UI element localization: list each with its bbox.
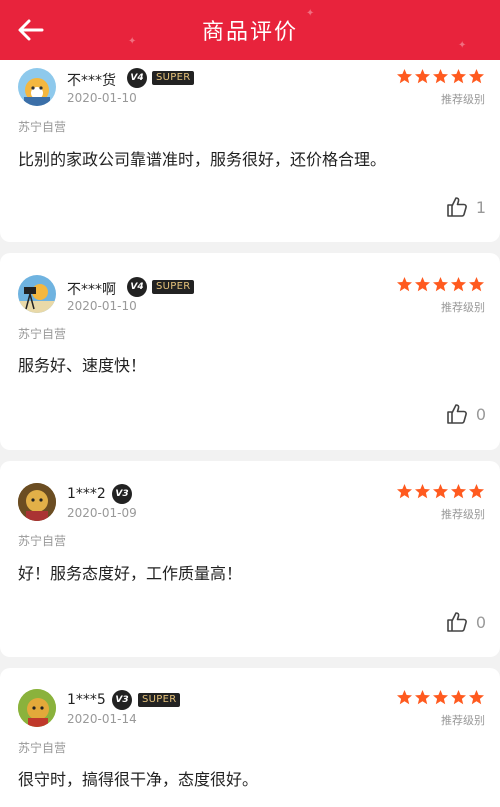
seller-tag: 苏宁自营 [18, 534, 67, 548]
like-count: 0 [475, 404, 486, 424]
avatar [18, 483, 56, 521]
review-date: 2020-01-10 [67, 299, 137, 313]
sparkle-decoration: ✦ [458, 40, 467, 51]
avatar [18, 689, 56, 727]
star-icon [469, 484, 484, 499]
user-name: 1***2 [67, 486, 106, 502]
seller-tag: 苏宁自营 [18, 120, 67, 134]
rating-label: 推荐级别 [441, 301, 485, 314]
avatar [18, 275, 56, 313]
star-icon [415, 690, 430, 705]
star-icon [433, 69, 448, 84]
avatar [18, 68, 56, 106]
star-icon [451, 690, 466, 705]
star-rating [396, 689, 485, 706]
star-icon [397, 277, 412, 292]
rating-label: 推荐级别 [441, 93, 485, 106]
super-member-badge: SUPER [152, 71, 195, 85]
review-text: 很守时，搞得很干净，态度很好。 [18, 770, 259, 789]
like-button[interactable]: 0 [446, 611, 486, 633]
review-card: 1***2 V3 2020-01-09 推荐级别 苏宁自营 好！服务态度好，工作… [0, 461, 500, 657]
star-icon [469, 277, 484, 292]
review-text: 服务好、速度快！ [18, 356, 147, 375]
star-icon [433, 484, 448, 499]
review-card: 1***5 V3 SUPER 2020-01-14 推荐级别 苏宁自营 很守时，… [0, 668, 500, 807]
user-name: 1***5 [67, 692, 106, 708]
star-icon [397, 690, 412, 705]
star-icon [397, 69, 412, 84]
thumbs-up-icon [447, 404, 467, 424]
seller-tag: 苏宁自营 [18, 327, 67, 341]
arrow-left-icon [18, 19, 44, 41]
star-icon [415, 69, 430, 84]
user-name: 不***货 [67, 73, 116, 89]
review-text: 好！服务态度好，工作质量高！ [18, 564, 243, 583]
star-icon [469, 69, 484, 84]
page-title: 商品评价 [201, 20, 298, 45]
vip-level-badge: V3 [112, 484, 132, 504]
super-member-badge: SUPER [152, 280, 195, 294]
rating-label: 推荐级别 [441, 714, 485, 727]
rating-label: 推荐级别 [441, 508, 485, 521]
star-rating [396, 276, 485, 293]
sparkle-decoration: ✦ [128, 36, 137, 47]
review-text: 比别的家政公司靠谱准时，服务很好，还价格合理。 [18, 150, 387, 169]
star-icon [451, 69, 466, 84]
star-rating [396, 68, 485, 85]
super-member-badge: SUPER [138, 693, 181, 707]
thumbs-up-icon [447, 197, 467, 217]
vip-level-badge: V3 [112, 690, 132, 710]
review-card: 不***货 V4 SUPER 2020-01-10 推荐级别 苏宁自营 比别的家… [0, 48, 500, 242]
thumbs-up-icon [447, 612, 467, 632]
seller-tag: 苏宁自营 [18, 741, 67, 755]
star-icon [433, 277, 448, 292]
review-date: 2020-01-09 [67, 506, 137, 520]
star-icon [451, 484, 466, 499]
star-rating [396, 483, 485, 500]
top-app-bar: ✦ ✦ ✦ 商品评价 [0, 0, 500, 60]
star-icon [397, 484, 412, 499]
like-count: 0 [475, 612, 486, 632]
star-icon [451, 277, 466, 292]
sparkle-decoration: ✦ [306, 8, 315, 19]
like-button[interactable]: 1 [446, 196, 486, 218]
user-name: 不***啊 [67, 282, 116, 298]
review-date: 2020-01-10 [67, 91, 137, 105]
back-button[interactable] [14, 13, 48, 47]
like-button[interactable]: 0 [446, 403, 486, 425]
star-icon [415, 277, 430, 292]
review-card: 不***啊 V4 SUPER 2020-01-10 推荐级别 苏宁自营 服务好、… [0, 253, 500, 450]
star-icon [469, 690, 484, 705]
star-icon [433, 690, 448, 705]
vip-level-badge: V4 [127, 68, 147, 88]
vip-level-badge: V4 [127, 277, 147, 297]
like-count: 1 [475, 197, 486, 217]
review-date: 2020-01-14 [67, 712, 137, 726]
star-icon [415, 484, 430, 499]
